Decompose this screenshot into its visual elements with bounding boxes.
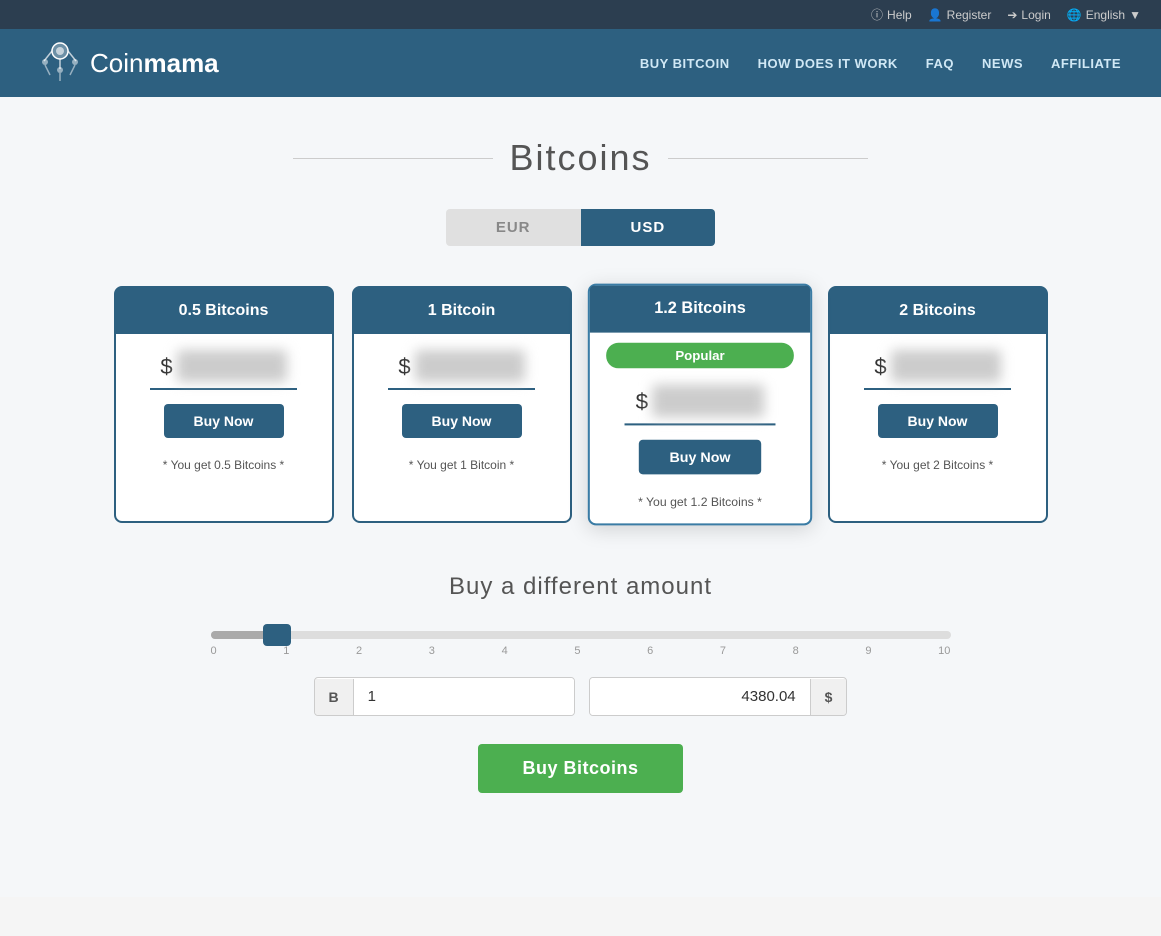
card-body-1: $ Buy Now bbox=[354, 334, 570, 450]
main-content: Bitcoins EUR USD 0.5 Bitcoins $ Buy Now … bbox=[0, 97, 1161, 897]
header: Coinmama BUY BITCOIN HOW DOES IT WORK FA… bbox=[0, 29, 1161, 97]
different-amount-title: Buy a different amount bbox=[211, 573, 951, 601]
price-display-1: $ bbox=[370, 350, 554, 382]
btc-prefix: B bbox=[315, 679, 354, 715]
price-underline-1 bbox=[388, 388, 535, 390]
slider-label: 6 bbox=[647, 645, 653, 657]
price-blur-2 bbox=[652, 385, 764, 418]
main-nav: BUY BITCOIN HOW DOES IT WORK FAQ NEWS AF… bbox=[640, 56, 1121, 71]
price-underline-0 bbox=[150, 388, 297, 390]
dollar-sign-2: $ bbox=[635, 389, 647, 416]
price-display-0: $ bbox=[132, 350, 316, 382]
top-bar: ⓘ Help 👤 Register ➔ Login 🌐 English ▼ bbox=[0, 0, 1161, 29]
slider-label: 9 bbox=[865, 645, 871, 657]
language-link[interactable]: 🌐 English ▼ bbox=[1067, 8, 1141, 22]
card-footer-2: * You get 1.2 Bitcoins * bbox=[589, 487, 809, 524]
card-2: 1.2 Bitcoins Popular $ Buy Now * You get… bbox=[587, 284, 811, 526]
btc-input[interactable] bbox=[354, 678, 574, 715]
globe-icon: 🌐 bbox=[1067, 8, 1082, 22]
logo-icon bbox=[40, 41, 80, 85]
btc-input-group: B bbox=[314, 677, 575, 716]
card-body-3: $ Buy Now bbox=[830, 334, 1046, 450]
price-display-3: $ bbox=[846, 350, 1030, 382]
eur-button[interactable]: EUR bbox=[446, 209, 581, 246]
slider-label: 0 bbox=[211, 645, 217, 657]
user-icon: 👤 bbox=[928, 8, 943, 22]
dollar-sign-3: $ bbox=[874, 354, 886, 380]
buy-bitcoins-wrap: Buy Bitcoins bbox=[211, 744, 951, 793]
usd-suffix: $ bbox=[810, 679, 847, 715]
buy-now-button-0[interactable]: Buy Now bbox=[164, 404, 284, 438]
login-link[interactable]: ➔ Login bbox=[1007, 8, 1050, 22]
slider-label: 10 bbox=[938, 645, 950, 657]
dollar-sign-1: $ bbox=[398, 354, 410, 380]
slider-labels: 0 1 2 3 4 5 6 7 8 9 10 bbox=[211, 645, 951, 657]
card-body-0: $ Buy Now bbox=[116, 334, 332, 450]
slider-track bbox=[211, 631, 951, 639]
currency-toggle: EUR USD bbox=[20, 209, 1141, 246]
dollar-sign-0: $ bbox=[160, 354, 172, 380]
card-3: 2 Bitcoins $ Buy Now * You get 2 Bitcoin… bbox=[828, 286, 1048, 523]
nav-buy-bitcoin[interactable]: BUY BITCOIN bbox=[640, 56, 730, 71]
slider-container: 0 1 2 3 4 5 6 7 8 9 10 bbox=[211, 631, 951, 657]
slider-label: 4 bbox=[502, 645, 508, 657]
price-display-2: $ bbox=[606, 385, 794, 418]
card-footer-1: * You get 1 Bitcoin * bbox=[354, 450, 570, 486]
page-title: Bitcoins bbox=[509, 137, 651, 179]
page-title-wrap: Bitcoins bbox=[20, 137, 1141, 179]
card-header-3: 2 Bitcoins bbox=[830, 288, 1046, 334]
buy-bitcoins-button[interactable]: Buy Bitcoins bbox=[478, 744, 682, 793]
card-footer-3: * You get 2 Bitcoins * bbox=[830, 450, 1046, 486]
buy-now-button-3[interactable]: Buy Now bbox=[878, 404, 998, 438]
price-blur-3 bbox=[891, 350, 1001, 382]
slider-label: 5 bbox=[574, 645, 580, 657]
slider-thumb[interactable] bbox=[263, 624, 291, 646]
nav-faq[interactable]: FAQ bbox=[926, 56, 954, 71]
card-footer-0: * You get 0.5 Bitcoins * bbox=[116, 450, 332, 486]
slider-label: 7 bbox=[720, 645, 726, 657]
slider-label: 1 bbox=[283, 645, 289, 657]
usd-button[interactable]: USD bbox=[581, 209, 716, 246]
popular-badge: Popular bbox=[606, 343, 794, 369]
price-blur-0 bbox=[177, 350, 287, 382]
card-0: 0.5 Bitcoins $ Buy Now * You get 0.5 Bit… bbox=[114, 286, 334, 523]
nav-news[interactable]: NEWS bbox=[982, 56, 1023, 71]
chevron-down-icon: ▼ bbox=[1129, 8, 1141, 22]
price-blur-1 bbox=[415, 350, 525, 382]
help-icon: ⓘ bbox=[871, 6, 883, 23]
card-header-2: 1.2 Bitcoins bbox=[589, 286, 809, 333]
nav-how-it-works[interactable]: HOW DOES IT WORK bbox=[758, 56, 898, 71]
card-header-1: 1 Bitcoin bbox=[354, 288, 570, 334]
input-row: B $ bbox=[211, 677, 951, 716]
usd-input-group: $ bbox=[589, 677, 848, 716]
card-header-0: 0.5 Bitcoins bbox=[116, 288, 332, 334]
usd-input[interactable] bbox=[590, 678, 810, 715]
title-rule-right bbox=[668, 158, 868, 159]
slider-label: 2 bbox=[356, 645, 362, 657]
different-amount-section: Buy a different amount 012345678910 B $ … bbox=[191, 573, 971, 793]
price-underline-2 bbox=[624, 423, 774, 425]
buy-now-button-2[interactable]: Buy Now bbox=[638, 440, 760, 475]
buy-now-button-1[interactable]: Buy Now bbox=[402, 404, 522, 438]
nav-affiliate[interactable]: AFFILIATE bbox=[1051, 56, 1121, 71]
logo[interactable]: Coinmama bbox=[40, 41, 219, 85]
login-icon: ➔ bbox=[1007, 8, 1017, 22]
title-rule-left bbox=[293, 158, 493, 159]
price-underline-3 bbox=[864, 388, 1011, 390]
card-1: 1 Bitcoin $ Buy Now * You get 1 Bitcoin … bbox=[352, 286, 572, 523]
cards-row: 0.5 Bitcoins $ Buy Now * You get 0.5 Bit… bbox=[20, 286, 1141, 523]
help-link[interactable]: ⓘ Help bbox=[871, 6, 912, 23]
slider-label: 8 bbox=[793, 645, 799, 657]
register-link[interactable]: 👤 Register bbox=[928, 8, 992, 22]
slider-label: 3 bbox=[429, 645, 435, 657]
card-body-2: $ Buy Now bbox=[589, 368, 809, 486]
